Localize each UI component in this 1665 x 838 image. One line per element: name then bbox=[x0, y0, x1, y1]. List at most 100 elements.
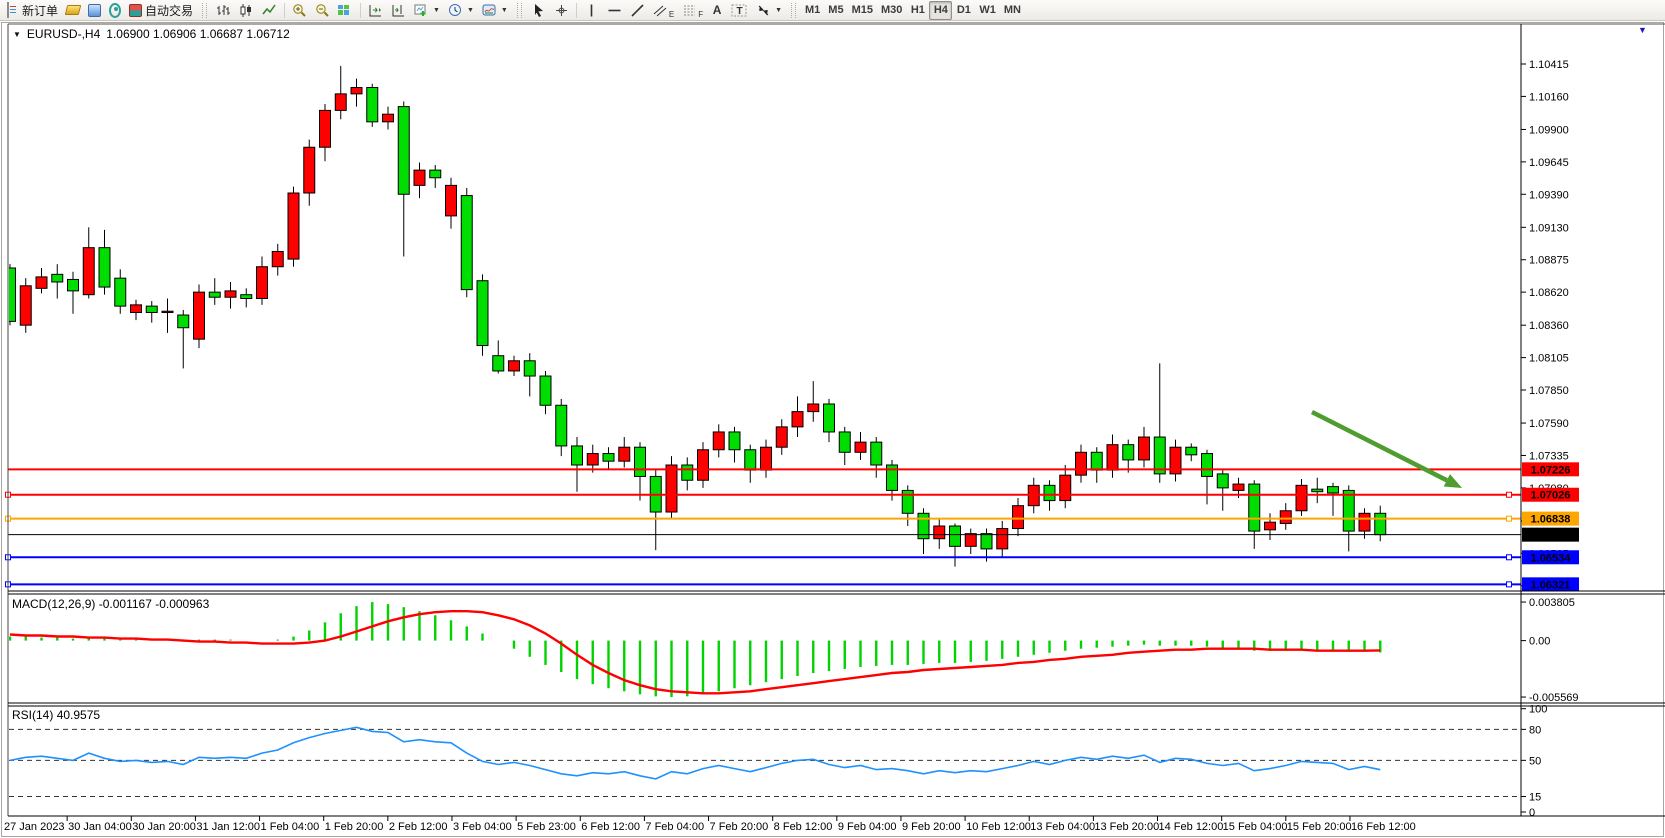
zoom-in-icon bbox=[292, 3, 307, 18]
rsi-value: 40.9575 bbox=[57, 708, 100, 722]
zoom-out-button[interactable] bbox=[311, 1, 334, 20]
line-chart-icon bbox=[262, 3, 277, 18]
community-button[interactable] bbox=[84, 1, 105, 20]
svg-text:10 Feb 12:00: 10 Feb 12:00 bbox=[966, 821, 1031, 833]
auto-scroll-button[interactable] bbox=[364, 1, 387, 20]
fibonacci-tool-button[interactable]: F bbox=[678, 1, 707, 20]
periods-button[interactable]: ▼ bbox=[444, 1, 478, 20]
chevron-down-icon: ▼ bbox=[775, 7, 782, 14]
crosshair-icon bbox=[554, 3, 569, 18]
trendline-tool-button[interactable] bbox=[626, 1, 649, 20]
auto-trading-button[interactable]: 自动交易 bbox=[125, 1, 197, 20]
deposit-button[interactable] bbox=[62, 1, 84, 20]
macd-values: -0.001167 -0.000963 bbox=[99, 597, 210, 611]
svg-text:15 Feb 04:00: 15 Feb 04:00 bbox=[1223, 821, 1288, 833]
svg-text:1.06838: 1.06838 bbox=[1531, 514, 1571, 526]
template-icon bbox=[482, 3, 497, 18]
chart-symbol-period: EURUSD-,H4 bbox=[27, 27, 100, 41]
timeframe-button-MN[interactable]: MN bbox=[1000, 1, 1025, 20]
tile-windows-icon bbox=[338, 3, 353, 18]
timeframe-button-H4[interactable]: H4 bbox=[929, 1, 952, 20]
chevron-down-icon: ▼ bbox=[467, 7, 474, 14]
chart-ohlc-values: 1.06900 1.06906 1.06687 1.06712 bbox=[106, 27, 290, 41]
chart-canvas[interactable]: 1.104151.101601.099001.096451.093901.091… bbox=[0, 21, 1665, 838]
text-tool-icon: A bbox=[713, 3, 722, 17]
horizontal-line-tool-button[interactable] bbox=[603, 1, 626, 20]
macd-indicator-label: MACD(12,26,9) -0.001167 -0.000963 bbox=[12, 597, 209, 611]
new-order-icon bbox=[7, 3, 19, 18]
cursor-tool-button[interactable] bbox=[527, 1, 550, 20]
new-chart-icon bbox=[414, 3, 429, 18]
collapse-triangle-icon[interactable]: ▼ bbox=[13, 30, 21, 39]
line-chart-button[interactable] bbox=[258, 1, 281, 20]
svg-text:1 Feb 20:00: 1 Feb 20:00 bbox=[325, 821, 384, 833]
rsi-indicator-label: RSI(14) 40.9575 bbox=[12, 708, 100, 722]
new-order-label: 新订单 bbox=[22, 2, 58, 19]
svg-text:1.06712: 1.06712 bbox=[1531, 530, 1571, 542]
svg-text:1.10415: 1.10415 bbox=[1529, 59, 1569, 71]
zoom-in-button[interactable] bbox=[288, 1, 311, 20]
fibonacci-icon bbox=[682, 3, 697, 18]
svg-text:9 Feb 20:00: 9 Feb 20:00 bbox=[902, 821, 961, 833]
timeframe-button-W1[interactable]: W1 bbox=[975, 1, 1000, 20]
new-chart-button[interactable]: ▼ bbox=[410, 1, 444, 20]
toolbar-grip[interactable] bbox=[202, 3, 207, 18]
text-label-tool-button[interactable]: T bbox=[727, 1, 752, 20]
channel-letter: E bbox=[669, 10, 674, 19]
text-tool-button[interactable]: A bbox=[707, 1, 727, 20]
signals-button[interactable] bbox=[105, 1, 125, 20]
svg-text:1.08620: 1.08620 bbox=[1529, 287, 1569, 299]
toolbar-separator bbox=[284, 3, 285, 18]
fibonacci-letter: F bbox=[698, 10, 703, 19]
toolbar-grip[interactable] bbox=[791, 3, 796, 18]
svg-text:1.07226: 1.07226 bbox=[1531, 464, 1571, 476]
svg-text:6 Feb 12:00: 6 Feb 12:00 bbox=[581, 821, 640, 833]
auto-trading-label: 自动交易 bbox=[145, 2, 193, 19]
svg-text:1.08360: 1.08360 bbox=[1529, 320, 1569, 332]
svg-text:1.09390: 1.09390 bbox=[1529, 189, 1569, 201]
bar-chart-button[interactable] bbox=[212, 1, 235, 20]
svg-text:16 Feb 12:00: 16 Feb 12:00 bbox=[1351, 821, 1416, 833]
new-order-button[interactable]: 新订单 bbox=[3, 1, 62, 20]
svg-text:31 Jan 12:00: 31 Jan 12:00 bbox=[196, 821, 260, 833]
timeframe-button-M5[interactable]: M5 bbox=[824, 1, 847, 20]
svg-text:1.06534: 1.06534 bbox=[1531, 552, 1572, 564]
trendline-icon bbox=[630, 3, 645, 18]
cursor-icon bbox=[531, 3, 546, 18]
timeframe-button-D1[interactable]: D1 bbox=[952, 1, 975, 20]
svg-text:8 Feb 12:00: 8 Feb 12:00 bbox=[774, 821, 833, 833]
chart-shift-button[interactable] bbox=[387, 1, 410, 20]
svg-text:9 Feb 04:00: 9 Feb 04:00 bbox=[838, 821, 897, 833]
svg-text:50: 50 bbox=[1529, 755, 1541, 767]
svg-text:1 Feb 04:00: 1 Feb 04:00 bbox=[261, 821, 320, 833]
svg-text:7 Feb 04:00: 7 Feb 04:00 bbox=[645, 821, 704, 833]
svg-text:1.09645: 1.09645 bbox=[1529, 157, 1569, 169]
equidistant-channel-tool-button[interactable]: E bbox=[649, 1, 678, 20]
timeframe-button-M15[interactable]: M15 bbox=[848, 1, 877, 20]
chevron-down-icon: ▼ bbox=[433, 7, 440, 14]
candlestick-chart-button[interactable] bbox=[235, 1, 258, 20]
toolbar: 新订单 自动交易 ▼ bbox=[0, 0, 1665, 21]
svg-text:15 Feb 20:00: 15 Feb 20:00 bbox=[1287, 821, 1352, 833]
timeframe-button-M30[interactable]: M30 bbox=[877, 1, 906, 20]
crosshair-tool-button[interactable] bbox=[550, 1, 573, 20]
templates-button[interactable]: ▼ bbox=[478, 1, 512, 20]
tile-windows-button[interactable] bbox=[334, 1, 357, 20]
clock-icon bbox=[448, 3, 463, 18]
svg-text:15: 15 bbox=[1529, 792, 1541, 804]
horizontal-line-icon bbox=[607, 3, 622, 18]
svg-text:-0.005569: -0.005569 bbox=[1529, 692, 1579, 704]
arrows-tool-button[interactable]: ▼ bbox=[752, 1, 786, 20]
svg-text:1.08875: 1.08875 bbox=[1529, 255, 1569, 267]
toolbar-grip[interactable] bbox=[517, 3, 522, 18]
svg-text:2 Feb 12:00: 2 Feb 12:00 bbox=[389, 821, 448, 833]
chart-shift-icon bbox=[391, 3, 406, 18]
timeframe-button-M1[interactable]: M1 bbox=[801, 1, 824, 20]
vertical-line-tool-button[interactable] bbox=[580, 1, 603, 20]
chart-corner-dropdown-icon[interactable]: ▼ bbox=[1638, 25, 1647, 35]
svg-text:1.08105: 1.08105 bbox=[1529, 353, 1569, 365]
svg-text:0: 0 bbox=[1529, 807, 1535, 819]
svg-text:14 Feb 12:00: 14 Feb 12:00 bbox=[1159, 821, 1224, 833]
auto-scroll-icon bbox=[368, 3, 383, 18]
timeframe-button-H1[interactable]: H1 bbox=[906, 1, 929, 20]
